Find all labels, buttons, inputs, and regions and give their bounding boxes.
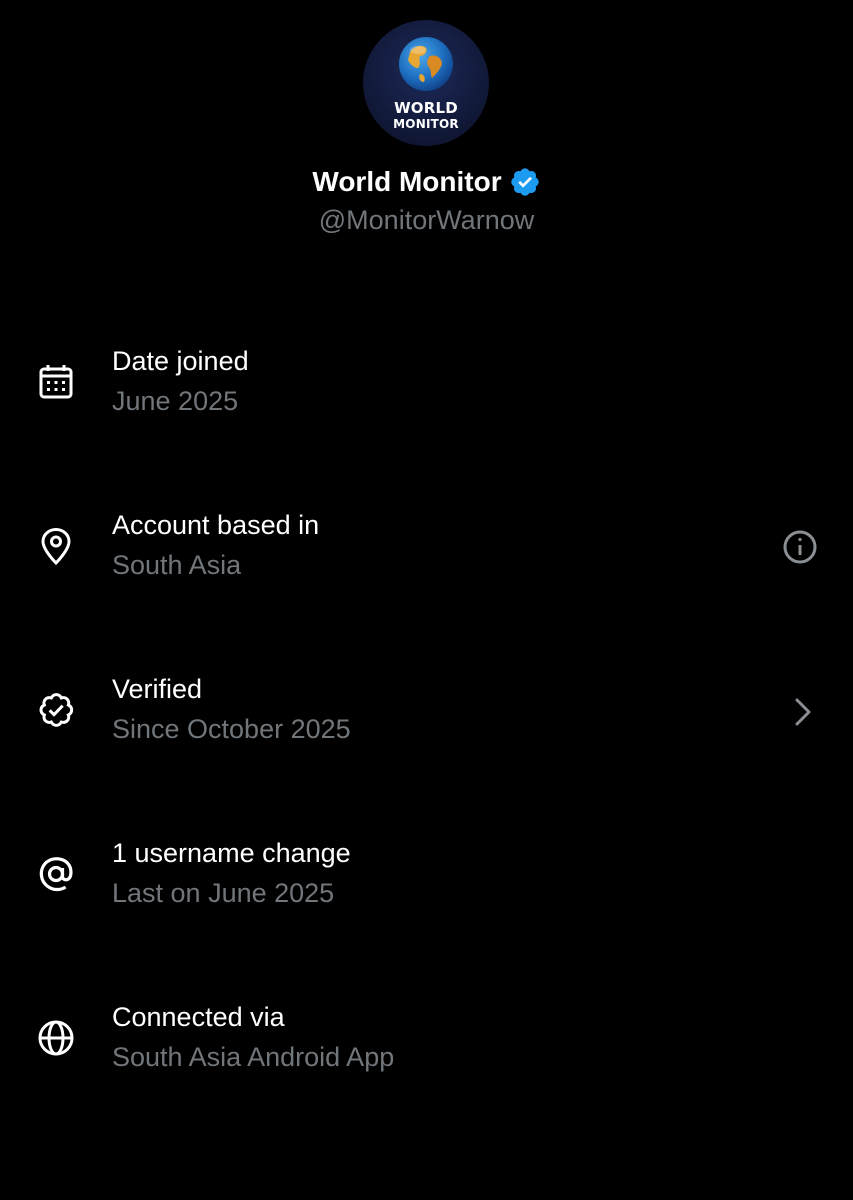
row-subtitle: Last on June 2025 [112, 878, 335, 908]
profile-header: WORLD MONITOR World Monitor @MonitorWarn… [0, 0, 853, 260]
name-row: World Monitor [0, 163, 853, 201]
location-pin-icon [41, 527, 71, 566]
info-row-date-joined: Date joined June 2025 [0, 322, 853, 486]
avatar[interactable]: WORLD MONITOR [363, 20, 489, 146]
row-subtitle: South Asia [112, 550, 242, 580]
info-icon[interactable] [782, 529, 818, 565]
row-subtitle: June 2025 [112, 386, 239, 416]
globe-logo-icon [399, 37, 453, 91]
row-title: Date joined [112, 346, 249, 376]
verified-outline-icon [39, 693, 74, 727]
info-row-username-change: 1 username change Last on June 2025 [0, 814, 853, 978]
info-row-verified[interactable]: Verified Since October 2025 [0, 650, 853, 814]
avatar-logo-line-1: WORLD [394, 99, 458, 117]
row-title: Verified [112, 674, 203, 704]
info-row-account-based-in[interactable]: Account based in South Asia [0, 486, 853, 650]
row-title: 1 username change [112, 838, 351, 868]
calendar-icon [39, 365, 73, 399]
row-title: Connected via [112, 1002, 285, 1032]
row-title: Account based in [112, 510, 320, 540]
row-subtitle: South Asia Android App [112, 1042, 395, 1072]
profile-handle: @MonitorWarnow [318, 205, 535, 235]
display-name: World Monitor [312, 166, 502, 197]
account-info-list: Date joined June 2025 Account based in S… [0, 322, 853, 1142]
avatar-logo-line-2: MONITOR [393, 117, 459, 131]
verified-badge-icon[interactable] [509, 166, 541, 198]
at-sign-icon [39, 857, 73, 892]
info-row-connected-via: Connected via South Asia Android App [0, 978, 853, 1142]
chevron-right-icon[interactable] [790, 695, 816, 729]
row-subtitle: Since October 2025 [112, 714, 351, 744]
globe-icon [38, 1020, 74, 1056]
